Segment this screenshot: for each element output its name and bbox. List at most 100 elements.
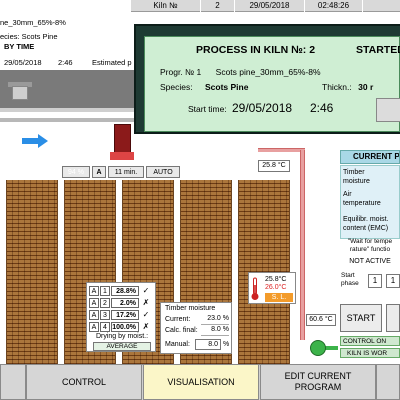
current-time: 02:48:26 <box>304 0 362 12</box>
species-label: Species: <box>160 82 193 92</box>
phase-input-2[interactable]: 1 <box>386 274 400 288</box>
sensor-row: A 4 100.0% ✗ <box>89 321 155 332</box>
manual-moisture-input[interactable]: 8.0 <box>195 339 221 350</box>
sensor-mode[interactable]: A <box>89 309 99 320</box>
nav-left-button[interactable] <box>0 364 26 400</box>
start-phase-input[interactable]: 1 <box>368 274 382 288</box>
thickness-value: 30 r <box>358 82 374 92</box>
fan-mode[interactable]: A <box>92 166 106 178</box>
drying-by-label: Drying by moist.: <box>95 333 149 340</box>
current-phase-header: CURRENT PHASE <box>340 150 400 164</box>
start-phase-line-2: phase <box>341 280 359 287</box>
start-button[interactable]: START <box>340 304 382 332</box>
sensor-number: 1 <box>100 285 110 296</box>
thermometer-icon <box>251 277 259 300</box>
vent-chimney <box>12 86 28 100</box>
program-name: Scots pine_30mm_65%-8% <box>215 67 321 77</box>
nav-visualisation[interactable]: VISUALISATION <box>143 364 259 400</box>
lumber-stack <box>6 180 58 366</box>
sensor-label-badge: S. L. <box>265 293 293 302</box>
sensor-check-icon[interactable]: ✓ <box>141 310 151 319</box>
sensor-mode[interactable]: A <box>89 297 99 308</box>
species-fragment: ecies: Scots Pine <box>0 32 58 41</box>
sensor-mode[interactable]: A <box>89 285 99 296</box>
start-time-value: 2:46 <box>310 101 334 115</box>
emc-label-2: content (EMC) <box>343 225 389 232</box>
wet-bulb-temperature: 26.0°C <box>265 284 287 291</box>
sensor-check-icon[interactable]: ✓ <box>141 286 151 295</box>
sensor-mode[interactable]: A <box>89 321 99 332</box>
current-date: 29/05/2018 <box>234 0 304 12</box>
fan-speed[interactable]: 94 % <box>62 166 90 178</box>
manual-moisture-unit: % <box>223 341 230 348</box>
program-line: Progr. № 1 Scots pine_30mm_65%-8% <box>160 67 321 77</box>
air-temperature-label: Air <box>343 191 352 198</box>
sensor-number: 3 <box>100 309 110 320</box>
kiln-label: Kiln № <box>130 0 200 12</box>
start-time-label: Start time: <box>188 104 227 114</box>
dialog-status: STARTED <box>356 44 400 56</box>
reverse-interval[interactable]: 11 min. <box>108 166 144 178</box>
fan-base <box>110 152 134 160</box>
control-on-indicator: CONTROL ON <box>340 336 400 346</box>
airflow-arrow-icon <box>22 134 48 148</box>
pipe-temperature-top: 25.8 °C <box>258 160 290 172</box>
sensor-row: A 2 2.0% ✗ <box>89 297 155 308</box>
start-phase-line-1: Start <box>341 272 355 279</box>
pipe-temperature-return: 60.6 °C <box>306 314 336 326</box>
nav-edit-program[interactable]: EDIT CURRENT PROGRAM <box>260 364 376 400</box>
thickness-label: Thickn.: <box>322 82 352 92</box>
moisture-sensor-table: A 1 28.8% ✓ A 2 2.0% ✗ A 3 17.2% ✓ A 4 1… <box>86 282 156 352</box>
nav-edit-line-1: EDIT CURRENT <box>284 371 352 381</box>
start-phase-label: Start phase <box>340 272 368 292</box>
manual-moisture-label: Manual: <box>165 341 190 348</box>
timber-moisture-label-2: moisture <box>343 178 370 185</box>
sensor-value: 2.0% <box>111 297 139 308</box>
wait-function-label: "Wait for tempe rature" functio <box>340 238 400 260</box>
thickness-line: Thickn.: 30 r <box>322 82 373 92</box>
drying-by-select[interactable]: AVERAGE <box>93 342 151 351</box>
dialog-title: PROCESS IN KILN №: 2 <box>196 44 316 56</box>
wait-function-status: NOT ACTIVE <box>349 258 391 265</box>
dialog-ok-button[interactable] <box>376 98 400 122</box>
timber-moisture-label: Timber <box>343 169 365 176</box>
sensor-value: 17.2% <box>111 309 139 320</box>
wait-function-line-2: rature" functio <box>349 246 391 253</box>
nav-edit-line-2: PROGRAM <box>294 382 342 392</box>
fan-control-mode[interactable]: AUTO <box>146 166 180 178</box>
species-value: Scots Pine <box>204 82 249 92</box>
sensor-cross-icon[interactable]: ✗ <box>141 298 151 307</box>
wait-function-line-1: "Wait for tempe <box>347 238 393 245</box>
start-date-value: 29/05/2018 <box>232 101 293 115</box>
current-moisture-label: Current: <box>165 316 191 323</box>
calc-final-label: Calc. final: <box>165 327 198 334</box>
program-number: 1 <box>196 67 202 77</box>
kiln-number: 2 <box>200 0 234 12</box>
kiln-working-indicator: KILN IS WOR <box>340 348 400 358</box>
current-phase-details: Timber moisture Air temperature Equilibr… <box>340 165 400 239</box>
heating-pipe <box>258 148 305 152</box>
fan-motor <box>114 124 131 154</box>
air-temperature-label-2: temperature <box>343 200 381 207</box>
program-name-fragment: ne_30mm_65%-8% <box>0 18 66 27</box>
current-moisture-value: 23.0 % <box>201 315 229 325</box>
sensor-cross-icon[interactable]: ✗ <box>141 322 151 331</box>
nav-right-button[interactable] <box>376 364 400 400</box>
estimated-label: Estimated p <box>92 58 132 67</box>
top-status-bar: Kiln № 2 29/05/2018 02:48:26 <box>130 0 400 12</box>
timber-moisture-box: Timber moisture Current: 23.0 % Calc. fi… <box>160 302 232 354</box>
program-time: 2:46 <box>58 58 73 67</box>
stop-button[interactable] <box>386 304 400 332</box>
sensor-number: 4 <box>100 321 110 332</box>
topbar-spare <box>362 0 400 12</box>
sensor-value: 28.8% <box>111 285 139 296</box>
program-date: 29/05/2018 <box>4 58 42 67</box>
timber-moisture-title: Timber moisture <box>165 305 216 312</box>
sensor-value: 100.0% <box>111 321 139 332</box>
air-temperature-box: 25.8°C 26.0°C S. L. <box>248 272 296 304</box>
dry-bulb-temperature: 25.8°C <box>265 276 287 283</box>
nav-control[interactable]: CONTROL <box>26 364 142 400</box>
sensor-number: 2 <box>100 297 110 308</box>
drying-mode: BY TIME <box>4 42 35 51</box>
program-label: Progr. № <box>160 67 195 77</box>
